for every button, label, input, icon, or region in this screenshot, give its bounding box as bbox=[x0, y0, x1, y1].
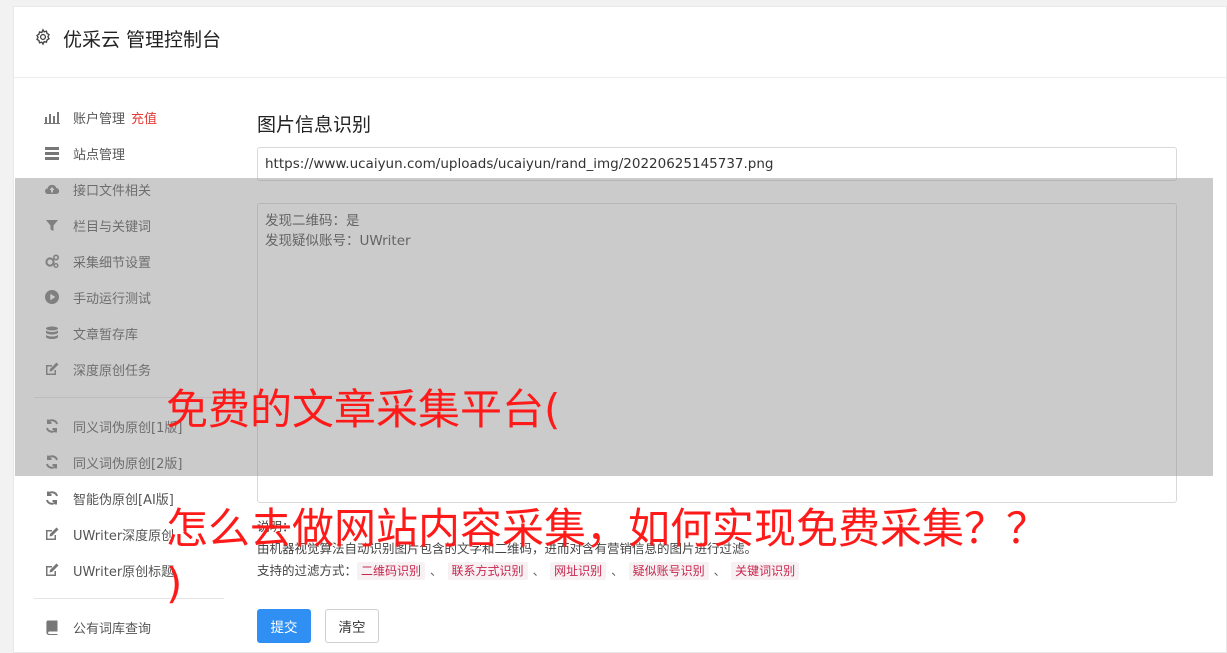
overlay-headline: 免费的文章采集平台( bbox=[166, 385, 561, 434]
filter-tag: 疑似账号识别 bbox=[628, 562, 709, 580]
filter-tag: 关键词识别 bbox=[731, 562, 800, 580]
edit-icon bbox=[44, 562, 60, 578]
refresh-icon bbox=[44, 490, 60, 506]
sidebar-item-sites[interactable]: 站点管理 bbox=[44, 141, 125, 165]
page-title: 优采云 管理控制台 bbox=[63, 29, 222, 51]
filter-separator: 、 bbox=[713, 563, 727, 578]
edit-icon bbox=[44, 526, 60, 542]
sidebar-item-label: UWriter深度原创 bbox=[73, 528, 175, 544]
bar-chart-icon bbox=[44, 109, 60, 125]
recharge-link[interactable]: 充值 bbox=[131, 108, 157, 127]
sidebar-item-label: 站点管理 bbox=[73, 147, 126, 163]
sidebar-item-ai-rewrite[interactable]: 智能伪原创[AI版] bbox=[44, 486, 174, 510]
sidebar-item-label: 智能伪原创[AI版] bbox=[73, 492, 174, 508]
section-title: 图片信息识别 bbox=[257, 114, 372, 136]
server-icon bbox=[44, 145, 60, 161]
page-header: 优采云 管理控制台 bbox=[14, 7, 1226, 78]
sidebar-item-account[interactable]: 账户管理 充值 bbox=[44, 105, 157, 129]
filter-tag: 网址识别 bbox=[550, 562, 607, 580]
filter-list: 支持的过滤方式： 二维码识别 、 联系方式识别 、 网址识别 、 疑似账号识别 … bbox=[257, 560, 1177, 582]
sidebar-item-uwriter-deep[interactable]: UWriter深度原创 bbox=[44, 522, 174, 546]
sidebar-item-public-lexicon[interactable]: 公有词库查询 bbox=[44, 615, 151, 639]
filter-tag: 二维码识别 bbox=[357, 562, 426, 580]
sidebar-item-label: 账户管理 bbox=[73, 111, 126, 127]
submit-button[interactable]: 提交 bbox=[257, 609, 311, 643]
clear-button[interactable]: 清空 bbox=[325, 609, 379, 643]
overlay-headline: ) bbox=[166, 559, 183, 608]
book-icon bbox=[44, 619, 60, 635]
filter-separator: 、 bbox=[611, 563, 624, 578]
image-url-input[interactable] bbox=[257, 147, 1177, 181]
divider bbox=[34, 598, 224, 599]
filter-separator: 、 bbox=[532, 563, 546, 578]
filter-separator: 、 bbox=[430, 563, 443, 578]
sidebar-item-label: 公有词库查询 bbox=[73, 621, 152, 637]
filter-label: 支持的过滤方式： bbox=[257, 563, 358, 578]
filter-tag: 联系方式识别 bbox=[447, 562, 528, 580]
sidebar-item-label: UWriter原创标题 bbox=[73, 564, 175, 580]
overlay-headline: 怎么去做网站内容采集，如何实现免费采集？？ bbox=[166, 504, 1049, 553]
gear-icon bbox=[34, 28, 52, 46]
sidebar-item-uwriter-title[interactable]: UWriter原创标题 bbox=[44, 558, 174, 582]
